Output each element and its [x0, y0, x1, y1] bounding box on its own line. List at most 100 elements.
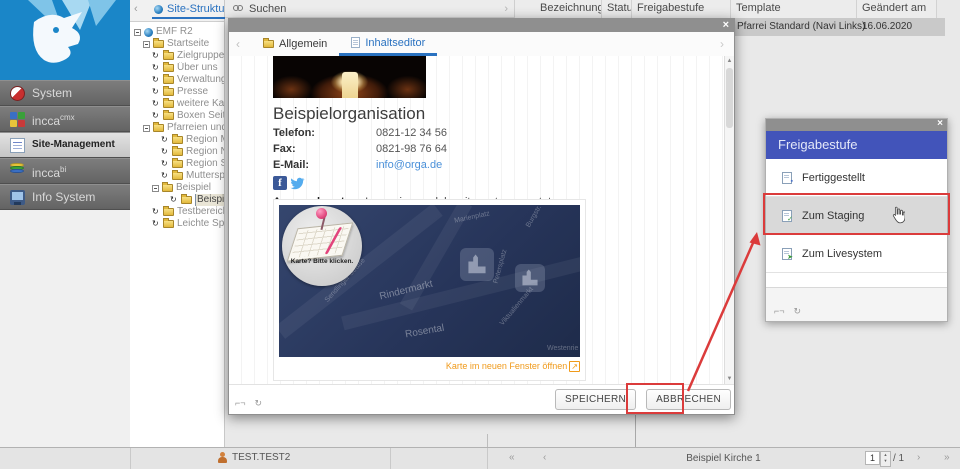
sidebar-item-info-system[interactable]: Info System — [0, 184, 130, 210]
tree-node-ueber-uns[interactable]: ↻Über uns — [130, 62, 224, 74]
folder-icon — [163, 112, 174, 120]
column-template[interactable]: Template — [731, 0, 857, 18]
approval-item-label: Zum Livesystem — [802, 248, 882, 260]
collapse-icon[interactable] — [134, 29, 141, 36]
panel-titlebar[interactable]: × — [766, 119, 947, 131]
tree-node-beispiel[interactable]: Beispiel — [130, 182, 224, 194]
collapse-panel-chevron-icon[interactable]: ‹ — [134, 3, 138, 15]
tab-suchen[interactable]: Suchen › — [225, 0, 515, 18]
column-bezeichnung[interactable]: Bezeichnung — [515, 0, 602, 18]
column-status[interactable]: Status — [602, 0, 632, 18]
email-link[interactable]: info@orga.de — [376, 159, 442, 171]
logo-face-icon — [0, 0, 130, 80]
last-page-icon[interactable]: » — [944, 452, 950, 463]
folder-icon — [162, 184, 173, 192]
approval-item-zum-staging[interactable]: ✓ Zum Staging — [766, 197, 947, 235]
folder-icon — [163, 88, 174, 96]
document-status-icon: ✓ — [782, 210, 792, 222]
map-pin-icon — [316, 208, 327, 219]
page-number-input[interactable]: 1 — [865, 451, 880, 465]
tab-site-struktur[interactable]: Site-Struktur — [152, 3, 232, 19]
system-icon — [10, 86, 25, 101]
cell-changed-date: 16.06.2020 — [862, 21, 912, 32]
tree-node-emf-r2[interactable]: EMF R2 — [130, 26, 224, 38]
tree-node-startseite[interactable]: Startseite — [130, 38, 224, 50]
cancel-button[interactable]: ABBRECHEN — [646, 389, 731, 410]
tree-node-region-muenchen[interactable]: ↻Region Münc — [130, 134, 224, 146]
close-icon[interactable]: × — [723, 19, 729, 32]
tree-node-zielgruppen[interactable]: ↻Zielgruppen — [130, 50, 224, 62]
org-name-heading: Beispielorganisation — [273, 104, 593, 124]
tab-label: Suchen — [249, 3, 286, 15]
article: Beispielorganisation Telefon:0821-12 34 … — [273, 56, 593, 220]
collapse-icon[interactable] — [143, 125, 150, 132]
sidebar-item-system[interactable]: System — [0, 80, 130, 106]
tree-node-leichte-sprache[interactable]: ↻Leichte Sprache — [130, 218, 224, 230]
editor-content[interactable]: Beispielorganisation Telefon:0821-12 34 … — [229, 56, 726, 384]
scroll-up-icon[interactable]: ▲ — [725, 58, 734, 64]
tree-node-beispiel-kirche[interactable]: ↻Beispiel Ki — [130, 194, 224, 206]
refresh-icon[interactable]: ↻ — [255, 398, 263, 409]
dialog-scrollbar[interactable]: ▲ ▼ — [724, 56, 734, 384]
content-editor-dialog: × ‹ Allgemein Inhaltseditor › Beispielor… — [228, 18, 735, 415]
open-map-link[interactable]: Karte im neuen Fenster öffnen↗ — [279, 361, 580, 371]
username: TEST.TEST2 — [232, 452, 290, 463]
close-icon[interactable]: × — [937, 118, 943, 129]
field-row: Fax:0821-98 76 64 — [273, 143, 593, 156]
sidebar-menu: System inccacmx Site-Management inccabi — [0, 80, 130, 210]
page-total: / 1 — [893, 453, 904, 464]
field-row: E-Mail:info@orga.de — [273, 159, 593, 172]
site-structure-panel: ‹ Site-Struktur EMF R2 Startseite ↻Zielg… — [130, 0, 225, 447]
tab-inhaltseditor[interactable]: Inhaltseditor — [339, 33, 437, 56]
sync-icon: ↻ — [152, 220, 160, 228]
church-building-icon[interactable] — [515, 264, 545, 292]
sync-icon: ↻ — [152, 88, 160, 96]
dialog-titlebar[interactable]: × — [229, 19, 734, 32]
next-page-icon[interactable]: › — [917, 452, 920, 463]
folder-icon — [163, 64, 174, 72]
scrollbar-thumb[interactable] — [726, 68, 733, 128]
sidebar-item-incca-bi[interactable]: inccabi — [0, 158, 130, 184]
column-geaendert-am[interactable]: Geändert am — [857, 0, 937, 18]
link-icon[interactable]: ⌐¬ — [774, 306, 785, 317]
scroll-down-icon[interactable]: ▼ — [725, 376, 734, 382]
street-label: Viktualienmarkt — [499, 286, 535, 327]
tree-node-presse[interactable]: ↻Presse — [130, 86, 224, 98]
chevron-right-icon[interactable]: › — [504, 3, 508, 15]
tree-node-verwaltung[interactable]: ↻Verwaltung — [130, 74, 224, 86]
folder-icon — [163, 52, 174, 60]
panel-title: Freigabestufe — [766, 131, 947, 159]
save-button[interactable]: SPEICHERN — [555, 389, 636, 410]
tab-allgemein[interactable]: Allgemein — [251, 33, 339, 56]
collapse-icon[interactable] — [143, 41, 150, 48]
refresh-icon[interactable]: ↻ — [794, 306, 802, 317]
tree-node-region-sued[interactable]: ↻Region Süd — [130, 158, 224, 170]
approval-item-zum-livesystem[interactable]: ➤ Zum Livesystem — [766, 235, 947, 273]
sidebar-item-label: Info System — [32, 185, 95, 209]
sidebar-item-incca-cmx[interactable]: inccacmx — [0, 106, 130, 132]
map[interactable]: Marienplatz Burgstr. Rindermarkt Rosenta… — [279, 205, 580, 357]
tab-label: Allgemein — [279, 38, 327, 50]
sidebar-item-label: Site-Management — [32, 133, 115, 157]
tree-node-muttersprach[interactable]: ↻Muttersprach — [130, 170, 224, 182]
tree-node-testbereich[interactable]: ↻Testbereich — [130, 206, 224, 218]
social-icons: f — [273, 176, 593, 190]
tree-node-region-nord[interactable]: ↻Region Nord — [130, 146, 224, 158]
page-spinner[interactable]: ▲▼ — [880, 451, 891, 467]
sidebar-item-site-management[interactable]: Site-Management — [0, 132, 130, 158]
tree-node-weitere-kacheln[interactable]: ↻weitere Kacheln — [130, 98, 224, 110]
divider — [390, 448, 391, 469]
twitter-icon[interactable] — [290, 177, 305, 190]
hand-cursor-icon — [891, 206, 905, 224]
facebook-icon[interactable]: f — [273, 176, 287, 190]
tree-node-boxen[interactable]: ↻Boxen Seitenen — [130, 110, 224, 122]
chevron-left-icon[interactable]: ‹ — [236, 37, 240, 51]
approval-item-fertiggestellt[interactable]: ▪ Fertiggestellt — [766, 159, 947, 197]
collapse-icon[interactable] — [152, 185, 159, 192]
tree-node-pfarreien[interactable]: Pfarreien und P — [130, 122, 224, 134]
church-building-icon[interactable] — [460, 248, 494, 281]
column-freigabestufe[interactable]: Freigabestufe — [632, 0, 731, 18]
chevron-right-icon[interactable]: › — [720, 37, 724, 51]
map-activate-overlay[interactable]: Karte? Bitte klicken. — [282, 206, 362, 286]
link-icon[interactable]: ⌐¬ — [235, 398, 246, 409]
